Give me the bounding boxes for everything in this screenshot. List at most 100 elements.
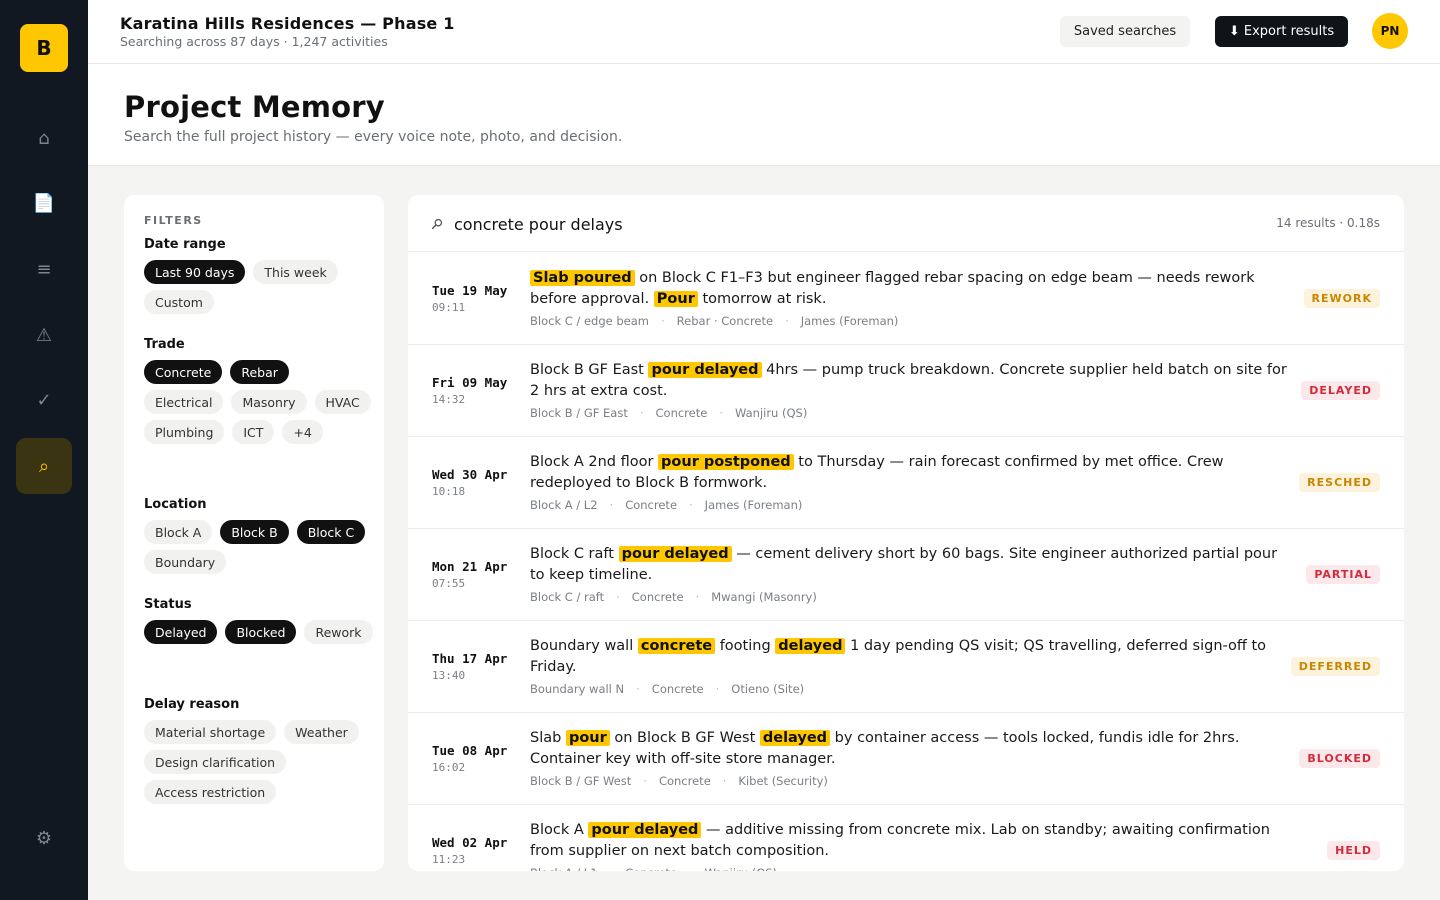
search-highlight: Pour: [653, 291, 698, 307]
result-row[interactable]: Wed 30 Apr 10:18 Block A 2nd floor pour po…: [408, 437, 1404, 529]
filter-group: Delay reason Material shortage Weather Desi…: [144, 697, 374, 804]
filter-chip[interactable]: +4: [282, 420, 323, 444]
filter-chip[interactable]: Block C: [296, 520, 366, 544]
filter-chip[interactable]: Weather: [284, 720, 359, 744]
status-badge: DELAYED: [1301, 381, 1380, 400]
filter-chip[interactable]: Rebar: [230, 360, 289, 384]
result-meta-item: Concrete: [624, 682, 704, 696]
result-meta-item: Concrete: [631, 774, 711, 788]
result-time: 11:23: [432, 853, 466, 866]
search-input[interactable]: [454, 211, 1154, 237]
result-time: 09:11: [432, 301, 466, 314]
warning-icon: ⚠: [35, 324, 53, 346]
result-time: 13:40: [432, 669, 466, 682]
page-header: Project Memory Search the full project h…: [88, 64, 1440, 166]
filter-group: Date range Last 90 days This week Custom: [144, 237, 374, 314]
filter-chip[interactable]: ICT: [232, 420, 275, 444]
result-row[interactable]: Tue 08 Apr 16:02 Slab pour on Block B GF W…: [408, 713, 1404, 805]
saved-searches-button[interactable]: Saved searches: [1060, 16, 1190, 47]
status-badge: PARTIAL: [1306, 565, 1380, 584]
status-badge: DEFERRED: [1290, 657, 1380, 676]
result-text-segment: Block C raft: [530, 546, 619, 562]
filter-chip[interactable]: Masonry: [231, 390, 307, 414]
filter-chip[interactable]: Design clarification: [144, 750, 287, 774]
result-row[interactable]: Fri 09 May 14:32 Block B GF East pour dela…: [408, 345, 1404, 437]
result-row[interactable]: Wed 02 Apr 11:23 Block A pour delayed — ad…: [408, 805, 1404, 871]
sidebar-item-home[interactable]: ⌂: [16, 110, 72, 166]
avatar[interactable]: PN: [1372, 13, 1408, 49]
result-date: Wed 30 Apr: [432, 467, 508, 482]
app-logo[interactable]: B: [20, 24, 68, 72]
result-text-segment: Block A 2nd floor: [530, 454, 659, 470]
status-badge: REWORK: [1303, 289, 1380, 308]
search-bar: 14 results · 0.18s: [408, 195, 1404, 252]
filter-chip[interactable]: Boundary: [144, 550, 227, 574]
result-meta-item: Concrete: [598, 866, 677, 871]
result-date: Thu 17 Apr: [432, 651, 508, 666]
filter-group-label: Location: [144, 497, 207, 512]
result-meta-item: Kibet (Security): [711, 774, 827, 788]
result-text: Slab poured on Block C F1–F3 but enginee…: [530, 268, 1290, 310]
filter-chip[interactable]: This week: [253, 260, 338, 284]
result-text-segment: on Block C F1–F3 but engineer flagged re…: [530, 270, 1255, 307]
result-text-segment: on Block B GF West: [609, 730, 760, 746]
filter-chip[interactable]: Rework: [304, 620, 373, 644]
sidebar: B ⌂ 📄 ≡ ⚠ ✓ ⌕ ⚙: [0, 0, 88, 900]
sidebar-item-alerts[interactable]: ⚠: [16, 307, 72, 363]
search-highlight: pour: [565, 730, 610, 746]
result-meta-item: Block B / GF East: [530, 406, 628, 420]
filters-panel: FILTERS Date range Last 90 days This week C…: [124, 195, 384, 871]
filter-chip[interactable]: Access restriction: [144, 780, 277, 804]
sidebar-item-search[interactable]: ⌕: [16, 438, 72, 494]
result-meta-item: Block B / GF West: [530, 774, 632, 788]
result-text-segment: Block A: [530, 822, 589, 838]
filter-chip[interactable]: Material shortage: [144, 720, 277, 744]
result-row[interactable]: Thu 17 Apr 13:40 Boundary wall concrete fo…: [408, 621, 1404, 713]
result-text: Block A 2nd floor pour postponed to Thur…: [530, 452, 1290, 494]
result-meta: Block A / L2ConcreteJames (Foreman): [530, 498, 802, 512]
filter-chip[interactable]: HVAC: [314, 390, 371, 414]
result-count: 14 results · 0.18s: [1276, 216, 1380, 230]
result-text: Block A pour delayed — additive missing …: [530, 820, 1290, 862]
search-highlight: pour postponed: [658, 454, 794, 470]
filter-group: Location Block A Block B Block C Boundary: [144, 497, 374, 574]
top-bar: Karatina Hills Residences — Phase 1 Sear…: [88, 0, 1440, 64]
result-meta-item: Rebar · Concrete: [649, 314, 773, 328]
filter-chip[interactable]: Block A: [144, 520, 213, 544]
filter-chip[interactable]: Delayed: [144, 620, 218, 644]
result-meta: Block C / edge beamRebar · ConcreteJames…: [530, 314, 898, 328]
sidebar-item-documents[interactable]: 📄: [16, 175, 72, 231]
check-icon: ✓: [36, 389, 52, 411]
result-time: 07:55: [432, 577, 466, 590]
filter-chip[interactable]: Plumbing: [144, 420, 225, 444]
search-highlight: delayed: [775, 638, 846, 654]
gear-icon: ⚙: [35, 827, 53, 849]
result-text-segment: footing: [715, 638, 776, 654]
result-row[interactable]: Mon 21 Apr 07:55 Block C raft pour delayed…: [408, 529, 1404, 621]
filters-title: FILTERS: [144, 214, 203, 227]
export-results-button[interactable]: ⬇ Export results: [1215, 16, 1348, 47]
filter-group: Status Delayed Blocked Rework: [144, 597, 374, 644]
result-meta: Block B / GF WestConcreteKibet (Security…: [530, 774, 828, 788]
filter-chip[interactable]: Blocked: [225, 620, 297, 644]
page-title: Project Memory: [124, 90, 385, 124]
filter-chip[interactable]: Custom: [144, 290, 214, 314]
result-meta-item: Boundary wall N: [530, 682, 625, 696]
result-meta-item: Block A / L2: [530, 498, 598, 512]
filter-chip[interactable]: Block B: [220, 520, 289, 544]
status-badge: RESCHED: [1299, 473, 1380, 492]
result-row[interactable]: Tue 19 May 09:11 Slab poured on Block C F1…: [408, 253, 1404, 345]
filter-chip[interactable]: Concrete: [144, 360, 223, 384]
result-meta: Block A / L1ConcreteWanjiru (QS): [530, 866, 777, 871]
page-subtitle: Search the full project history — every …: [124, 129, 623, 145]
filter-chip[interactable]: Electrical: [144, 390, 224, 414]
filter-chip[interactable]: Last 90 days: [144, 260, 246, 284]
settings-button[interactable]: ⚙: [16, 810, 72, 866]
sidebar-item-list[interactable]: ≡: [16, 241, 72, 297]
result-meta-item: Block C / edge beam: [530, 314, 650, 328]
result-meta-item: Wanjiru (QS): [677, 866, 777, 871]
result-date: Tue 08 Apr: [432, 743, 508, 758]
result-meta: Block B / GF EastConcreteWanjiru (QS): [530, 406, 807, 420]
sidebar-item-tasks[interactable]: ✓: [16, 372, 72, 428]
search-highlight: concrete: [637, 638, 716, 654]
